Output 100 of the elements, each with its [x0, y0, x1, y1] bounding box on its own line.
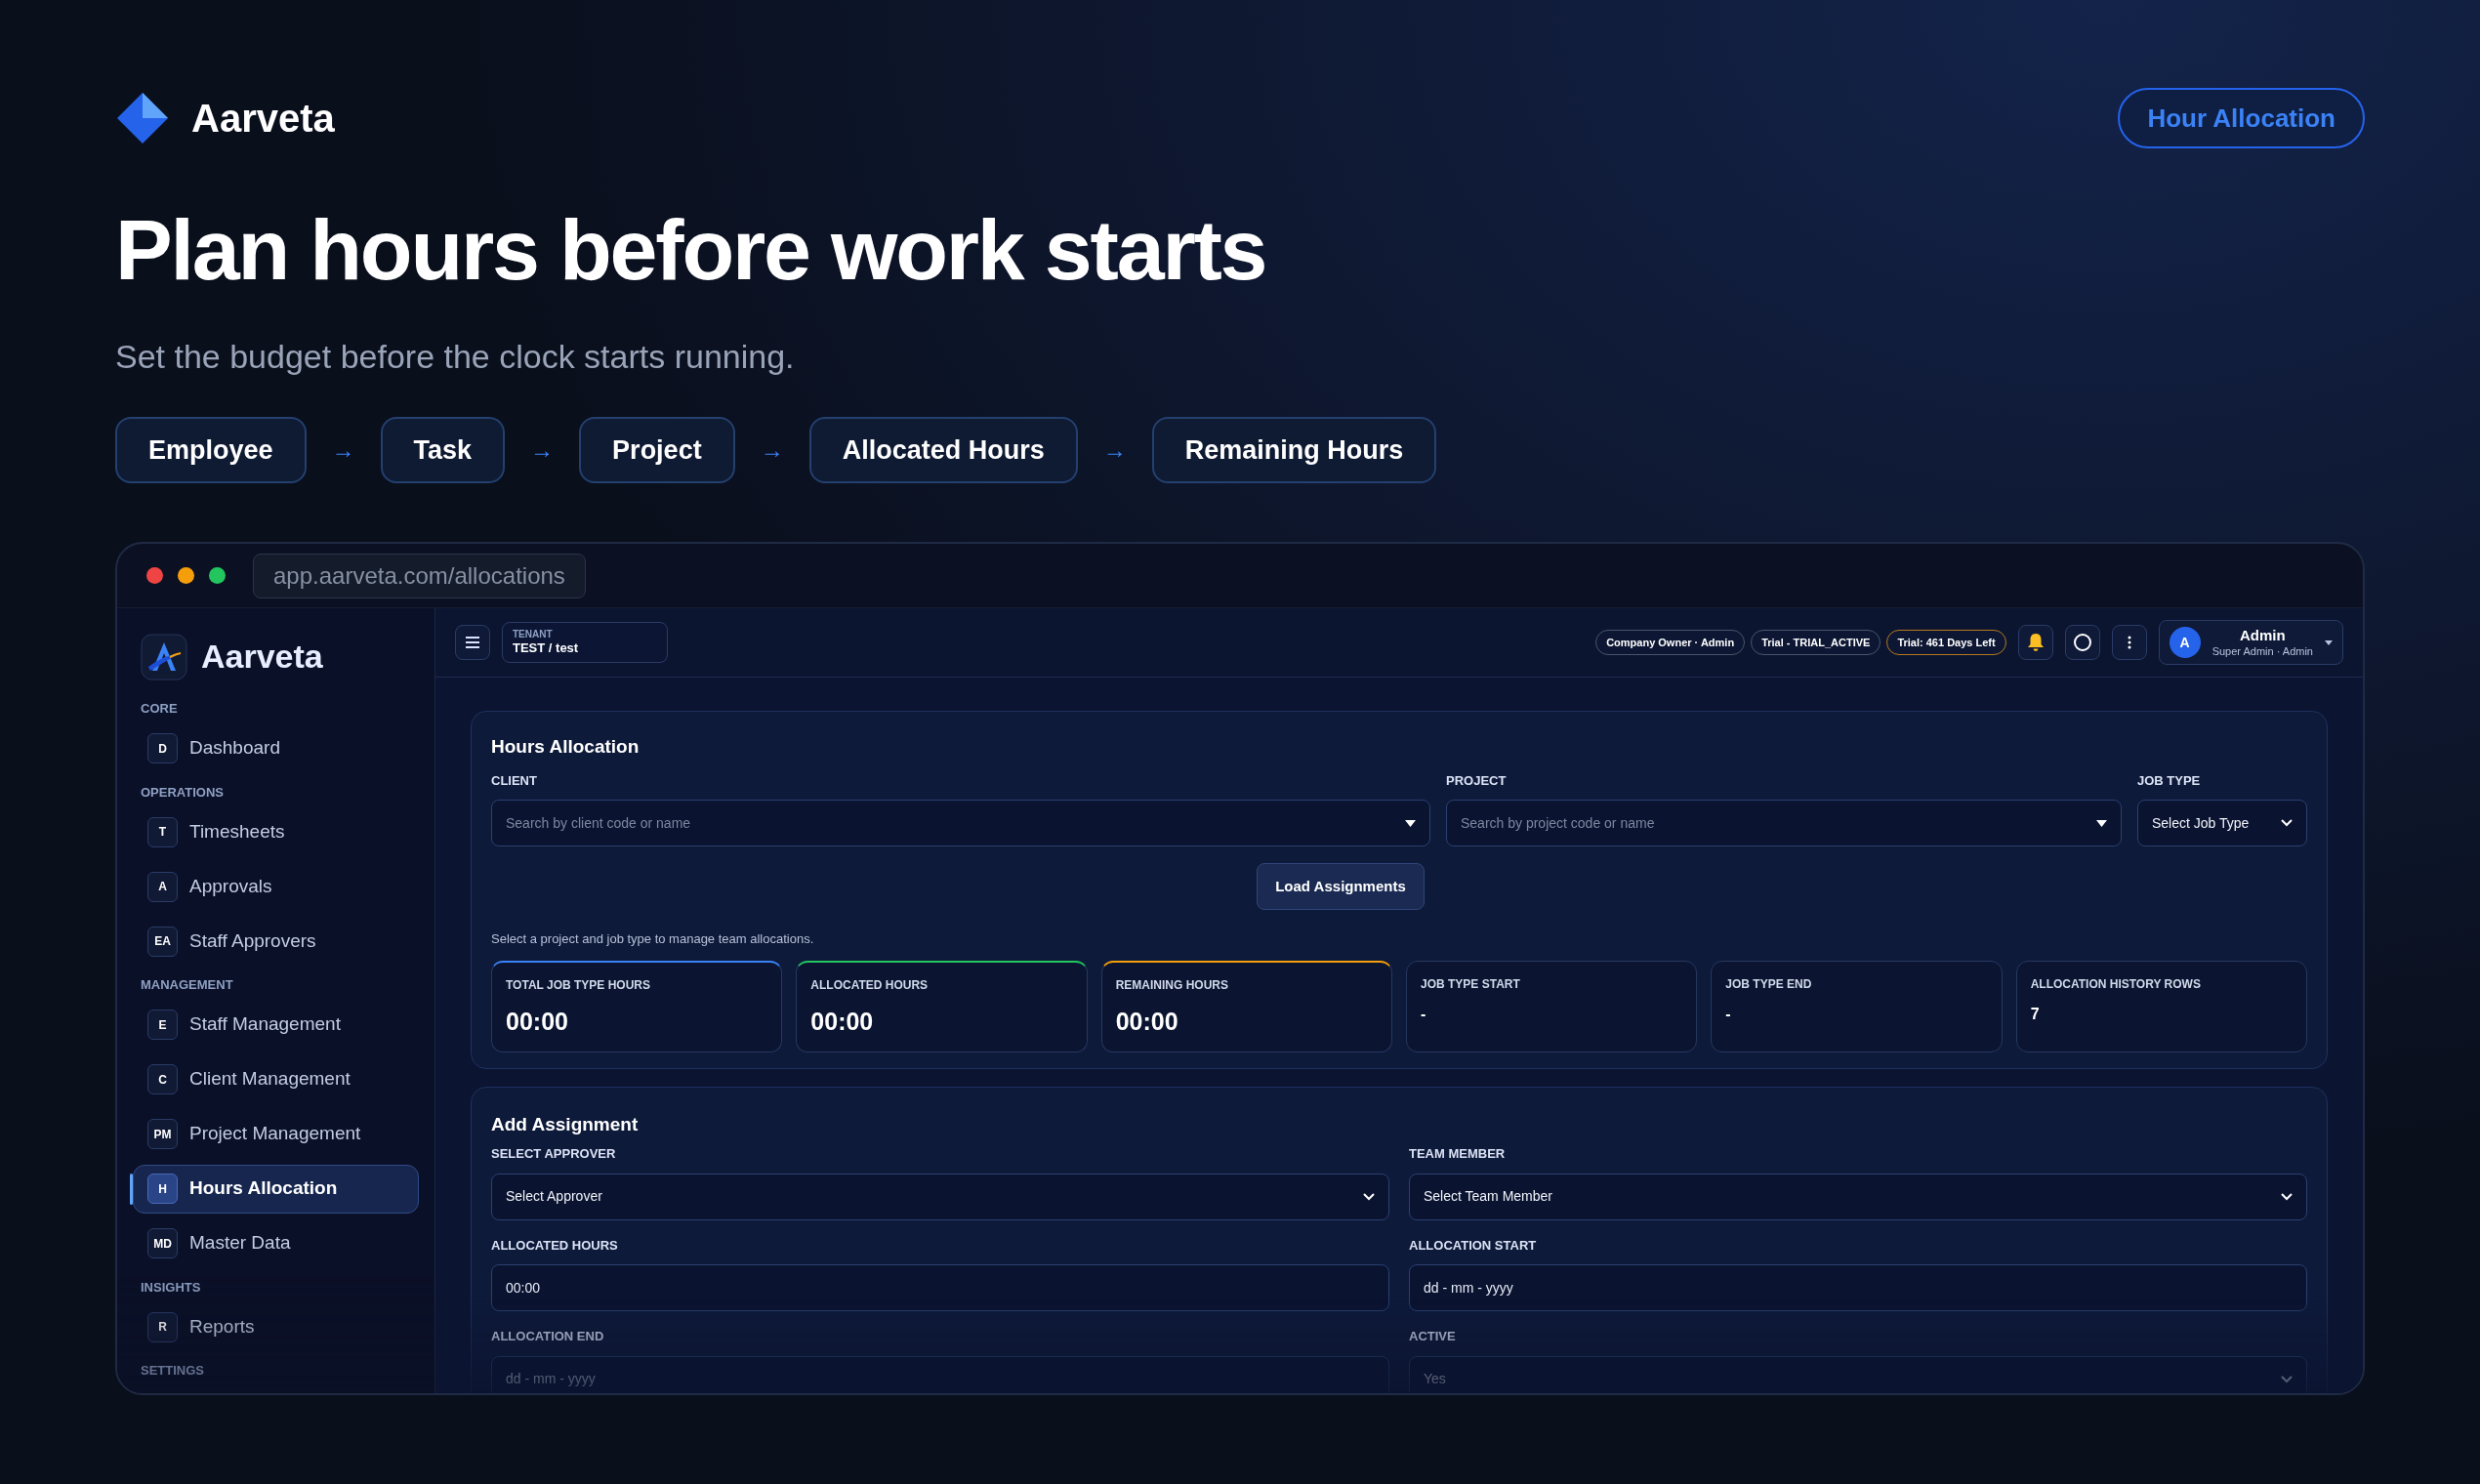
tenant-value: TEST / test — [513, 640, 580, 657]
logo-icon — [115, 91, 170, 145]
nav-label: Staff Management — [189, 1012, 341, 1037]
nav-badge: R — [147, 1311, 178, 1342]
user-name: Admin — [2240, 626, 2286, 645]
section-heading: OPERATIONS — [141, 783, 225, 802]
nav-item[interactable]: D Dashboard — [133, 723, 419, 773]
section-heading: MANAGEMENT — [141, 976, 234, 994]
caret-icon — [2096, 819, 2107, 827]
stat-label: JOB TYPE END — [1725, 975, 1813, 993]
card-title: Add Assignment — [491, 1112, 640, 1136]
nav-label: Hours Allocation — [189, 1176, 338, 1201]
nav-item[interactable]: C Client Management — [133, 1054, 419, 1104]
chevron-icon — [2281, 819, 2293, 827]
status-badge: Trial: 461 Days Left — [1886, 630, 2006, 655]
select-field[interactable]: Select Approver — [491, 1173, 1389, 1220]
stat-label: TOTAL JOB TYPE HOURS — [506, 976, 652, 994]
select-field[interactable]: Select Job Type — [2137, 800, 2307, 846]
bell-icon — [2026, 633, 2045, 652]
flow-step: Employee — [115, 417, 307, 483]
stat-label: ALLOCATED HOURS — [810, 976, 930, 994]
avatar: A — [2169, 627, 2201, 658]
hour-allocation-button[interactable]: Hour Allocation — [2118, 88, 2365, 148]
nav-item[interactable]: A Approvals — [133, 862, 419, 911]
stat-value: 00:00 — [1115, 1006, 1179, 1037]
nav-label: Master Data — [189, 1231, 291, 1256]
nav-item[interactable]: R Reports — [133, 1302, 419, 1351]
nav-badge: C — [147, 1064, 178, 1094]
caret-icon — [1405, 819, 1416, 827]
arrow-text: → — [1101, 435, 1128, 465]
field-label: ALLOCATED HOURS — [491, 1236, 619, 1255]
arrow-text: → — [759, 435, 785, 465]
menu-icon — [465, 636, 480, 649]
caret-icon — [2325, 639, 2333, 645]
notifications-button[interactable] — [2017, 625, 2053, 660]
tenant-label: TENANT — [513, 628, 554, 641]
select-field[interactable]: Select Team Member — [1409, 1173, 2307, 1220]
nav-label: Project Management — [189, 1122, 361, 1146]
nav-badge: A — [147, 871, 178, 902]
nav-item[interactable]: E Staff Management — [133, 1000, 419, 1050]
nav-badge: EA — [147, 926, 178, 957]
status-badge: Company Owner · Admin — [1595, 630, 1746, 655]
user-role: Super Admin · Admin — [2211, 644, 2313, 659]
stat-label: REMAINING HOURS — [1115, 976, 1229, 994]
chevron-icon — [1363, 1192, 1375, 1201]
field-label: PROJECT — [1446, 771, 1508, 790]
field-label: TEAM MEMBER — [1409, 1145, 1507, 1163]
nav-label: Dashboard — [189, 736, 280, 761]
field-label: ALLOCATION END — [491, 1328, 605, 1345]
input-field[interactable]: dd - mm - yyyy — [1409, 1264, 2307, 1311]
combo-field[interactable]: Search by project code or name — [1446, 800, 2122, 846]
more-button[interactable] — [2111, 625, 2147, 660]
chevron-icon — [2281, 1192, 2293, 1201]
field-label: ACTIVE — [1409, 1328, 1457, 1345]
load-assignments-button[interactable]: Load Assignments — [1257, 863, 1425, 910]
logo-icon — [141, 633, 187, 680]
nav-badge: H — [147, 1174, 178, 1204]
nav-item[interactable]: EA Staff Approvers — [133, 917, 419, 966]
field-label: SELECT APPROVER — [491, 1145, 617, 1163]
nav-item[interactable]: T Timesheets — [133, 807, 419, 856]
flow-step: Remaining Hours — [1151, 417, 1437, 483]
nav-badge: E — [147, 1010, 178, 1040]
stat-label: JOB TYPE START — [1421, 975, 1521, 993]
arrow-text: → — [330, 435, 356, 465]
arrow-text: → — [529, 435, 556, 465]
brand-name: Aarveta — [201, 637, 323, 677]
input-field[interactable]: 00:00 — [491, 1264, 1389, 1311]
nav-badge: MD — [147, 1228, 178, 1258]
nav-label: Approvals — [189, 874, 272, 898]
nav-badge: PM — [147, 1119, 178, 1149]
menu-button[interactable] — [455, 625, 490, 660]
tenant-selector[interactable]: TENANT TEST / test — [502, 622, 668, 663]
url-bar[interactable]: app.aarveta.com/allocations — [253, 553, 586, 598]
status-badge: Trial - TRIAL_ACTIVE — [1751, 630, 1881, 655]
nav-label: Timesheets — [189, 819, 285, 844]
brand-name: Aarveta — [191, 96, 335, 142]
stat-label: ALLOCATION HISTORY ROWS — [2030, 975, 2202, 993]
nav-label: Staff Approvers — [189, 928, 316, 953]
flow-step: Allocated Hours — [808, 417, 1078, 483]
nav-item[interactable]: MD Master Data — [133, 1218, 419, 1268]
subtitle: Set the budget before the clock starts running. — [115, 337, 796, 377]
stat-value: 00:00 — [810, 1006, 875, 1037]
card-title: Hours Allocation — [491, 735, 641, 759]
chevron-icon — [2281, 1375, 2293, 1383]
field-label: CLIENT — [491, 771, 538, 790]
combo-field[interactable]: Search by client code or name — [491, 800, 1430, 846]
nav-item[interactable]: H Hours Allocation — [133, 1164, 419, 1214]
theme-button[interactable] — [2064, 625, 2100, 660]
more-icon — [2127, 636, 2131, 649]
circle-icon — [2072, 633, 2092, 652]
section-heading: INSIGHTS — [141, 1278, 202, 1297]
hint-text: Select a project and job type to manage team allocations. — [491, 930, 815, 948]
nav-label: Client Management — [189, 1067, 351, 1092]
stat-value: 00:00 — [506, 1006, 569, 1037]
flow-step: Task — [380, 417, 506, 483]
field-label: JOB TYPE — [2137, 771, 2202, 790]
user-menu[interactable]: A Admin Super Admin · Admin — [2158, 620, 2343, 665]
stat-value: 7 — [2030, 1004, 2041, 1024]
field-label: ALLOCATION START — [1409, 1236, 1538, 1255]
nav-item[interactable]: PM Project Management — [133, 1109, 419, 1159]
